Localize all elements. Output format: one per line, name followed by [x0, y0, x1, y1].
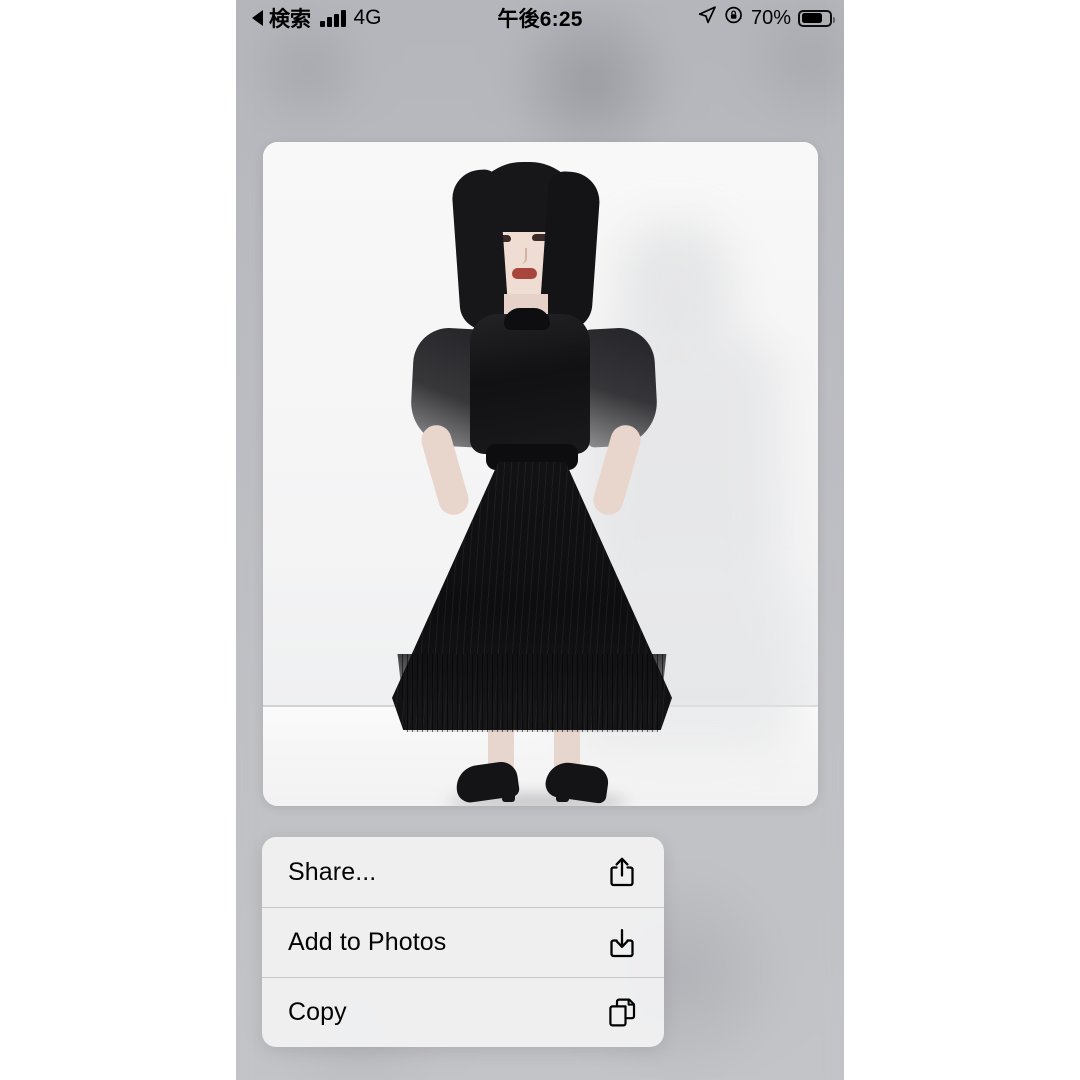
lips: [512, 268, 537, 279]
tulle-skirt-hem: [397, 654, 667, 732]
status-bar-right: 70%: [697, 5, 835, 31]
photo-content: [263, 142, 818, 806]
context-menu[interactable]: Share... Add to Photos Copy: [262, 837, 664, 1047]
menu-item-add-to-photos[interactable]: Add to Photos: [262, 907, 664, 977]
rotation-lock-icon: [724, 5, 744, 31]
menu-item-label: Add to Photos: [288, 928, 447, 956]
phone-screen: 検索 4G 午後6:25 70% Share... Add to Photos …: [236, 0, 844, 1080]
menu-item-label: Share...: [288, 857, 377, 886]
dress-collar: [504, 308, 550, 330]
previewed-image[interactable]: [263, 142, 818, 806]
download-to-photos-icon: [606, 926, 638, 960]
menu-item-copy[interactable]: Copy: [262, 977, 664, 1047]
model-figure: [378, 156, 688, 806]
nose: [518, 248, 527, 264]
dress-bodice: [470, 314, 590, 454]
location-arrow-icon: [697, 5, 717, 31]
menu-item-label: Copy: [288, 998, 347, 1026]
screenshot-root: 検索 4G 午後6:25 70% Share... Add to Photos …: [0, 0, 1080, 1080]
battery-icon: [798, 9, 835, 27]
status-bar: 検索 4G 午後6:25 70%: [236, 0, 844, 36]
battery-percent-label: 70%: [750, 6, 791, 29]
share-icon: [606, 855, 638, 889]
menu-item-share[interactable]: Share...: [262, 837, 664, 907]
copy-documents-icon: [606, 996, 638, 1030]
